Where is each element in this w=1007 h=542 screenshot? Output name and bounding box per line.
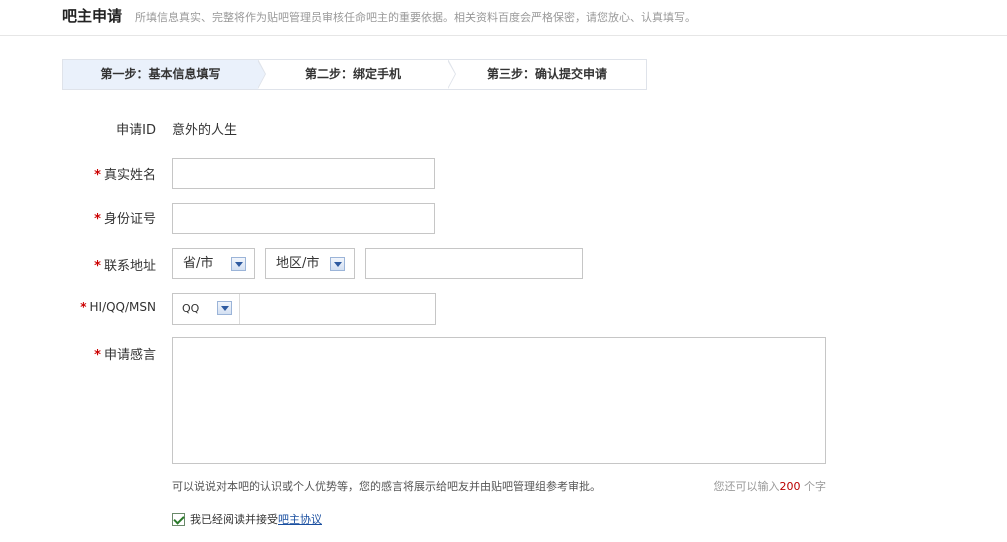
address-label: * 联系地址 xyxy=(94,259,156,274)
required-mark: * xyxy=(94,259,101,274)
chevron-down-icon xyxy=(231,257,246,271)
id-number-label: * 身份证号 xyxy=(94,212,156,227)
step-2-bind-phone: 第二步：绑定手机 xyxy=(304,67,401,81)
im-type-value: QQ xyxy=(182,302,200,315)
province-select-value: 省/市 xyxy=(183,256,214,271)
step-1-basic-info: 第一步：基本信息填写 xyxy=(63,60,258,89)
real-name-label: * 真实姓名 xyxy=(94,168,156,183)
applicant-id-label: 申请ID xyxy=(116,123,156,138)
step-separator-icon xyxy=(447,60,455,89)
statement-label: * 申请感言 xyxy=(94,348,156,363)
agreement-text: 我已经阅读并接受 xyxy=(190,513,278,526)
im-label: * HI/QQ/MSN xyxy=(80,300,156,314)
required-mark: * xyxy=(94,168,101,183)
statement-hint: 可以说说对本吧的认识或个人优势等，您的感言将展示给吧友并由贴吧管理组参考审批。 xyxy=(172,480,601,493)
id-number-input[interactable] xyxy=(172,203,435,234)
required-mark: * xyxy=(80,300,87,314)
agreement-row: 我已经阅读并接受吧主协议 xyxy=(172,511,322,527)
char-counter-value: 200 xyxy=(779,480,801,493)
chevron-down-icon xyxy=(217,301,232,315)
page-title: 吧主申请 xyxy=(62,7,123,25)
step-progress: 第一步：基本信息填写 第二步：绑定手机 第三步：确认提交申请 xyxy=(62,59,647,90)
statement-textarea[interactable] xyxy=(172,337,826,464)
step-separator-icon xyxy=(257,60,265,89)
header-bar: 吧主申请 所填信息真实、完整将作为贴吧管理员审核任命吧主的重要依据。相关资料百度… xyxy=(0,0,1007,36)
province-select[interactable]: 省/市 xyxy=(172,248,255,279)
agreement-link[interactable]: 吧主协议 xyxy=(278,513,322,526)
applicant-id-value: 意外的人生 xyxy=(172,123,238,138)
required-mark: * xyxy=(94,212,101,227)
char-counter: 您还可以输入200 个字 xyxy=(713,480,827,493)
district-select[interactable]: 地区/市 xyxy=(265,248,355,279)
page-description: 所填信息真实、完整将作为贴吧管理员审核任命吧主的重要依据。相关资料百度会严格保密… xyxy=(135,11,696,24)
im-field: QQ xyxy=(172,293,436,325)
required-mark: * xyxy=(94,348,101,363)
address-detail-input[interactable] xyxy=(365,248,583,279)
im-type-select[interactable]: QQ xyxy=(173,294,240,324)
im-account-input[interactable] xyxy=(241,294,434,324)
step-3-confirm-submit: 第三步：确认提交申请 xyxy=(486,67,607,81)
chevron-down-icon xyxy=(330,257,345,271)
agreement-checkbox[interactable] xyxy=(172,513,185,526)
district-select-value: 地区/市 xyxy=(276,256,320,271)
real-name-input[interactable] xyxy=(172,158,435,189)
